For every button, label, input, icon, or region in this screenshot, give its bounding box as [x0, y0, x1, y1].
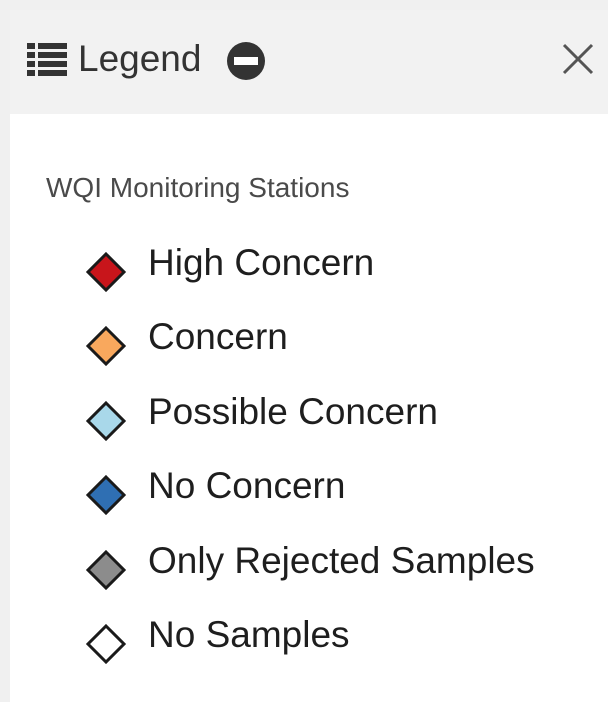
- legend-list: High Concern Concern Possible Concern No…: [86, 238, 535, 684]
- legend-header: Legend: [10, 10, 608, 114]
- diamond-icon: [86, 623, 126, 664]
- legend-item: High Concern: [86, 238, 535, 312]
- legend-item-label: Concern: [148, 316, 288, 358]
- diamond-icon: [86, 549, 126, 590]
- legend-item-label: No Concern: [148, 465, 346, 507]
- minus-circle-icon[interactable]: [226, 41, 266, 81]
- legend-item: Possible Concern: [86, 387, 535, 461]
- legend-item: No Concern: [86, 461, 535, 535]
- legend-item-label: Only Rejected Samples: [148, 539, 535, 581]
- legend-item-label: No Samples: [148, 613, 350, 655]
- legend-item-label: High Concern: [148, 242, 375, 283]
- close-icon[interactable]: [560, 41, 596, 77]
- layer-title: WQI Monitoring Stations: [46, 172, 350, 203]
- legend-item: Only Rejected Samples: [86, 536, 535, 610]
- legend-title: Legend: [78, 38, 202, 79]
- diamond-icon: [86, 475, 126, 516]
- list-icon: [27, 43, 67, 76]
- diamond-icon: [86, 252, 126, 292]
- diamond-icon: [86, 326, 126, 367]
- legend-item-label: Possible Concern: [148, 390, 438, 432]
- diamond-icon: [86, 400, 126, 441]
- legend-panel: Legend WQI Monitoring Stations High Conc…: [10, 10, 608, 702]
- legend-item: No Samples: [86, 610, 535, 684]
- legend-item: Concern: [86, 312, 535, 386]
